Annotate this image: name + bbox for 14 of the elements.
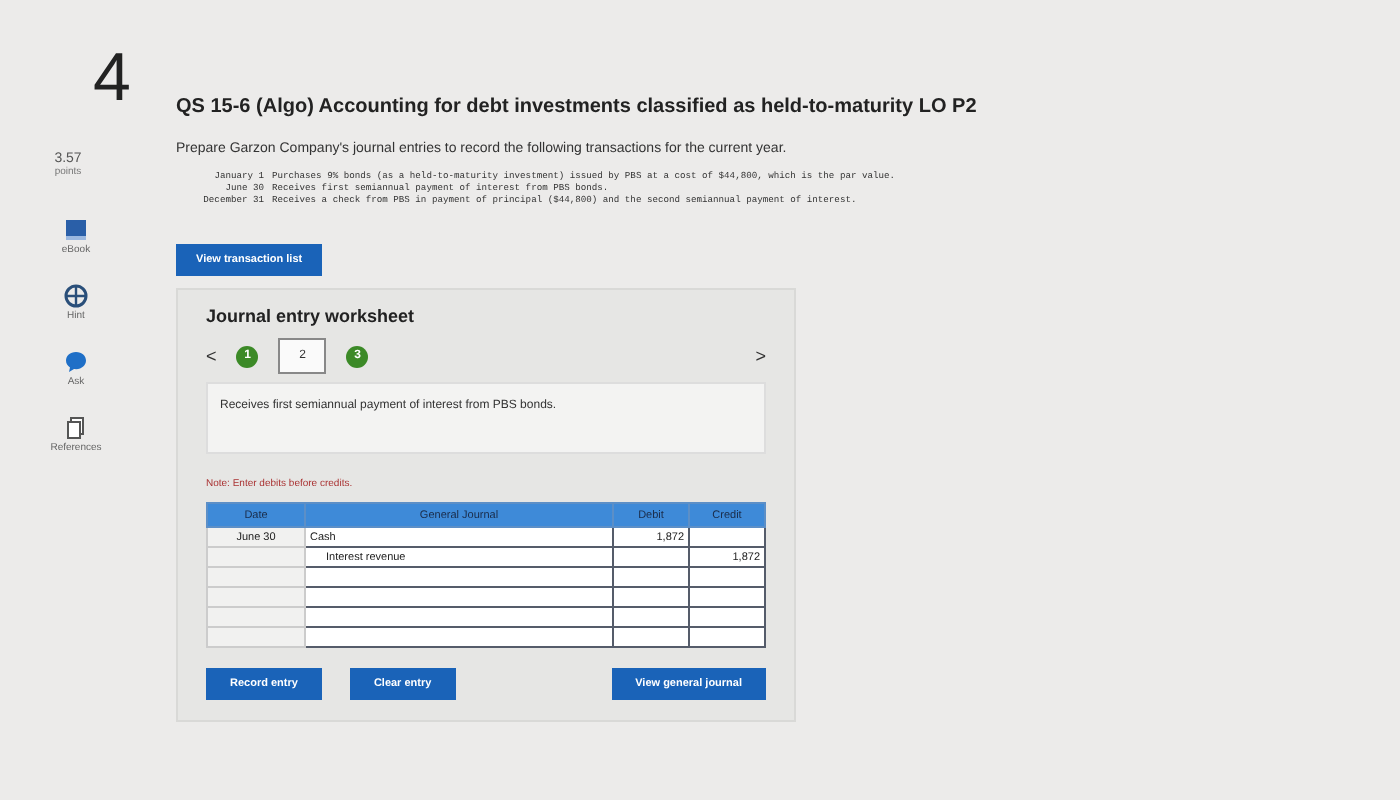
date-cell — [207, 567, 305, 587]
globe-icon[interactable] — [64, 284, 88, 308]
book-icon[interactable] — [64, 218, 88, 242]
previous-button[interactable]: < — [206, 346, 217, 366]
worksheet-title: Journal entry worksheet — [206, 306, 417, 326]
date-cell — [207, 607, 305, 627]
date-cell — [207, 547, 305, 567]
speech-bubble-icon[interactable] — [64, 350, 88, 374]
next-button[interactable]: > — [755, 346, 766, 366]
date-cell — [207, 627, 305, 647]
question-number: 4 — [93, 44, 131, 112]
document-icon[interactable] — [63, 416, 88, 440]
question-title: QS 15-6 (Algo) Accounting for debt investments classified as held-to-maturity LO P2 — [176, 96, 979, 118]
date-cell — [207, 587, 305, 607]
